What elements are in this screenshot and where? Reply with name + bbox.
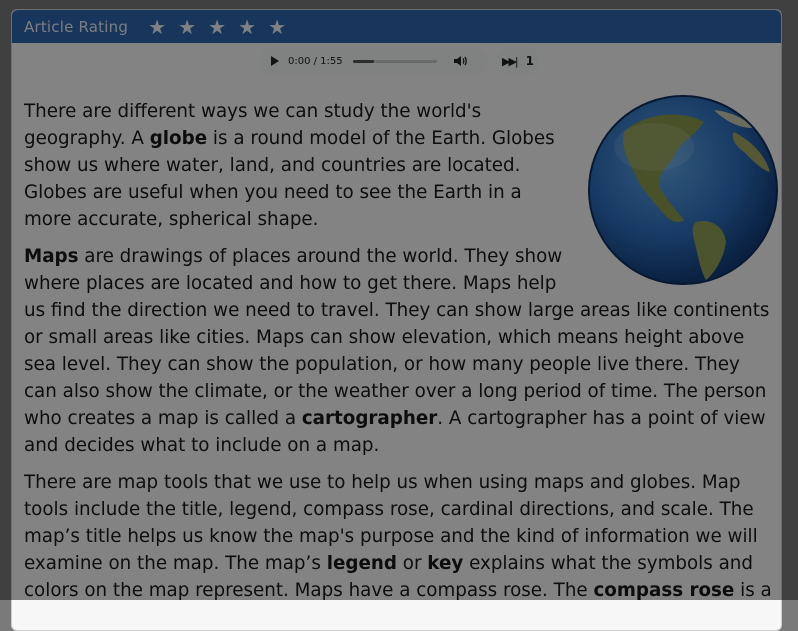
star-3-icon[interactable]: ★ (208, 17, 238, 37)
term-globe: globe (149, 128, 208, 149)
star-4-icon[interactable]: ★ (238, 17, 268, 37)
star-5-icon[interactable]: ★ (268, 17, 298, 37)
playback-speed-button[interactable]: ▶▶| 1 (497, 47, 539, 75)
rating-stars: ★ ★ ★ ★ ★ (148, 17, 298, 37)
term-key: key (427, 553, 464, 574)
article-rating-label: Article Rating (24, 17, 129, 36)
fast-forward-icon: ▶▶| (502, 54, 519, 68)
audio-time: 0:00 / 1:55 (288, 55, 343, 67)
term-cartographer: cartographer (301, 408, 438, 429)
audio-controls-row: 0:00 / 1:55 ▶▶| 1 (12, 47, 781, 75)
audio-player: 0:00 / 1:55 (259, 47, 489, 75)
article-card: Article Rating ★ ★ ★ ★ ★ 0:00 / 1:55 ▶▶|… (11, 9, 782, 631)
star-2-icon[interactable]: ★ (178, 17, 208, 37)
paragraph-map-tools: There are map tools that we use to help … (24, 469, 772, 604)
term-maps: Maps (24, 246, 79, 267)
paragraph-tools-end: is a (734, 580, 772, 601)
globe-image (584, 92, 781, 288)
article-body: There are different ways we can study th… (24, 95, 778, 614)
term-compass-rose: compass rose (593, 580, 735, 601)
play-icon[interactable] (271, 56, 279, 66)
paragraph-tools-or: or (396, 553, 428, 574)
article-rating-bar: Article Rating ★ ★ ★ ★ ★ (12, 10, 781, 43)
volume-icon[interactable] (453, 55, 467, 67)
audio-progress-track[interactable] (352, 59, 437, 63)
term-legend: legend (326, 553, 397, 574)
star-1-icon[interactable]: ★ (148, 17, 178, 37)
playback-speed-value: 1 (525, 54, 534, 68)
audio-progress-fill (352, 59, 374, 63)
